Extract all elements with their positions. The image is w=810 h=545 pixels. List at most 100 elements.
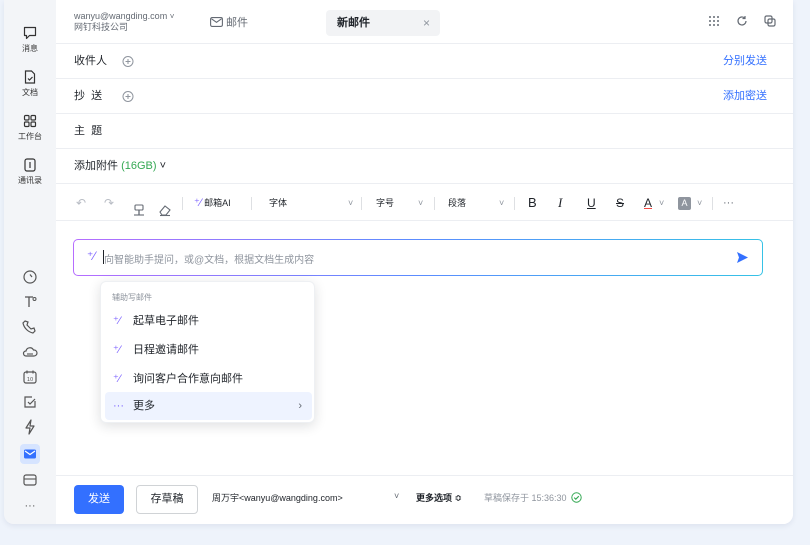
redo-icon[interactable]: ↷ [104,185,114,221]
bold-button[interactable]: B [528,185,537,221]
at-icon[interactable] [21,268,39,286]
refresh-icon[interactable] [735,14,749,28]
chevron-down-icon[interactable]: ˅ [499,185,504,221]
undo-icon[interactable]: ↶ [76,185,86,221]
chevron-down-icon[interactable]: ˅ [659,185,664,221]
tab-mail-label: 邮件 [226,17,248,29]
italic-button[interactable]: I [558,185,562,221]
check-circle-icon [571,492,582,503]
more-icon[interactable]: ··· [4,500,56,512]
workbench-icon [23,114,37,128]
toolbar-divider [514,197,515,210]
rail-item-messages[interactable]: 消息 [4,25,56,54]
more-dots-icon: ··· [113,400,124,412]
document-icon [24,70,36,84]
menu-item-draft-email[interactable]: ⁺⁄ 起草电子邮件 [105,307,312,335]
chevron-down-icon: ˅ [159,160,167,172]
paragraph-select[interactable]: 段落 [448,185,466,221]
send-separately-link[interactable]: 分别发送 [723,44,767,79]
toolbar-divider [712,197,713,210]
tab-new-mail[interactable]: 新邮件 × [326,10,440,36]
account-switcher[interactable]: wanyu@wangding.com ˅ 网钉科技公司 [74,11,174,33]
folder-icon[interactable] [21,471,39,489]
menu-item-schedule-invite[interactable]: ⁺⁄ 日程邀请邮件 [105,336,312,364]
rail-label: 通讯录 [18,176,42,185]
compose-panel: wanyu@wangding.com ˅ 网钉科技公司 邮件 新邮件 × 收件人… [56,0,793,524]
compose-footer: 发送 存草稿 周万宇<wanyu@wangding.com> ˅ 更多选项 ≎ … [56,475,793,524]
task-icon[interactable] [21,393,39,411]
sender-select[interactable]: 周万宇<wanyu@wangding.com> [212,491,343,504]
mail-ai-button[interactable]: ⁺⁄ 邮箱AI [194,185,231,221]
chevron-down-icon[interactable]: ˅ [418,185,423,221]
chevron-right-icon: › [298,400,302,412]
cloud-icon[interactable] [21,343,39,361]
chevron-down-icon: ˅ [169,12,175,21]
menu-item-more[interactable]: ··· 更多 › [105,392,312,420]
close-icon[interactable]: × [423,10,430,36]
phone-icon[interactable] [21,318,39,336]
add-attachment-button[interactable]: 添加附件 (16GB) ˅ [74,149,166,184]
menu-title: 辅助写邮件 [112,293,152,302]
save-draft-button[interactable]: 存草稿 [136,485,198,514]
send-button[interactable]: 发送 [74,485,124,514]
toolbar-divider [361,197,362,210]
font-size-label: 字号 [376,198,395,208]
rail-label: 消息 [22,44,38,53]
saved-status-text: 草稿保存于 15:36:30 [484,493,567,503]
ai-suggestion-menu: 辅助写邮件 ⁺⁄ 起草电子邮件 ⁺⁄ 日程邀请邮件 ⁺⁄ 询问客户合作意向邮件 … [100,281,315,423]
account-email: wanyu@wangding.com [74,11,168,21]
ai-input-placeholder: 向智能助手提问，或@文档，根据文档生成内容 [104,255,315,266]
lightning-icon[interactable] [21,418,39,436]
strikethrough-button[interactable]: S [616,185,624,221]
grid-icon[interactable] [707,14,721,28]
add-bcc-link[interactable]: 添加密送 [723,79,767,114]
message-icon [23,26,37,40]
menu-item-customer-inquiry[interactable]: ⁺⁄ 询问客户合作意向邮件 [105,365,312,393]
more-tools-icon[interactable]: ··· [723,185,734,221]
chevron-down-icon[interactable]: ˅ [348,185,353,221]
svg-text:10: 10 [27,377,33,383]
font-color-button[interactable]: A [644,185,652,221]
tab-mail[interactable]: 邮件 [208,10,318,36]
highlight-button[interactable]: A [678,197,691,210]
toolbar-divider [182,197,183,210]
left-rail: 消息 文档 工作台 通讯录 10 ··· [4,0,56,524]
format-painter-icon[interactable] [132,196,146,232]
draft-saved-status: 草稿保存于 15:36:30 [484,491,582,504]
cc-row[interactable]: 抄 送 添加密送 [56,79,793,114]
font-select[interactable]: 字体 [269,185,287,221]
chevron-down-icon[interactable]: ˅ [697,185,702,221]
menu-item-label: 日程邀请邮件 [133,344,199,356]
rail-item-contacts[interactable]: 通讯录 [4,157,56,186]
mail-icon[interactable] [21,445,39,463]
mail-window: 消息 文档 工作台 通讯录 10 ··· wanyu@wangding.com … [4,0,793,524]
to-label: 收件人 [74,55,107,67]
top-bar: wanyu@wangding.com ˅ 网钉科技公司 邮件 新邮件 × [56,0,793,44]
rail-item-docs[interactable]: 文档 [4,69,56,98]
attach-row[interactable]: 添加附件 (16GB) ˅ [56,149,793,184]
paragraph-label: 段落 [448,198,467,208]
tab-new-label: 新邮件 [337,17,370,29]
rail-item-workbench[interactable]: 工作台 [4,113,56,142]
account-org: 网钉科技公司 [74,22,129,32]
calendar-icon[interactable]: 10 [21,368,39,386]
underline-button[interactable]: U [587,185,596,221]
contacts-icon [24,158,36,172]
to-row[interactable]: 收件人 分别发送 [56,44,793,79]
subject-row[interactable]: 主 题 [56,114,793,149]
more-options-button[interactable]: 更多选项 ≎ [416,491,462,504]
font-size-select[interactable]: 字号 [376,185,394,221]
chevron-down-icon[interactable]: ˅ [394,491,399,501]
ai-wand-icon: ⁺⁄ [87,249,96,263]
menu-item-label: 询问客户合作意向邮件 [133,373,243,385]
popout-icon[interactable] [763,14,777,28]
ai-wand-icon: ⁺⁄ [113,344,121,356]
ai-assistant-input[interactable]: ⁺⁄ 向智能助手提问，或@文档，根据文档生成内容 [73,239,763,276]
spread-icon[interactable] [21,293,39,311]
top-right-icons [707,14,777,28]
send-arrow-icon[interactable] [736,251,749,264]
toolbar-divider [434,197,435,210]
ai-wand-icon: ⁺⁄ [194,197,202,209]
ai-wand-icon: ⁺⁄ [113,315,121,327]
eraser-icon[interactable] [158,196,172,232]
